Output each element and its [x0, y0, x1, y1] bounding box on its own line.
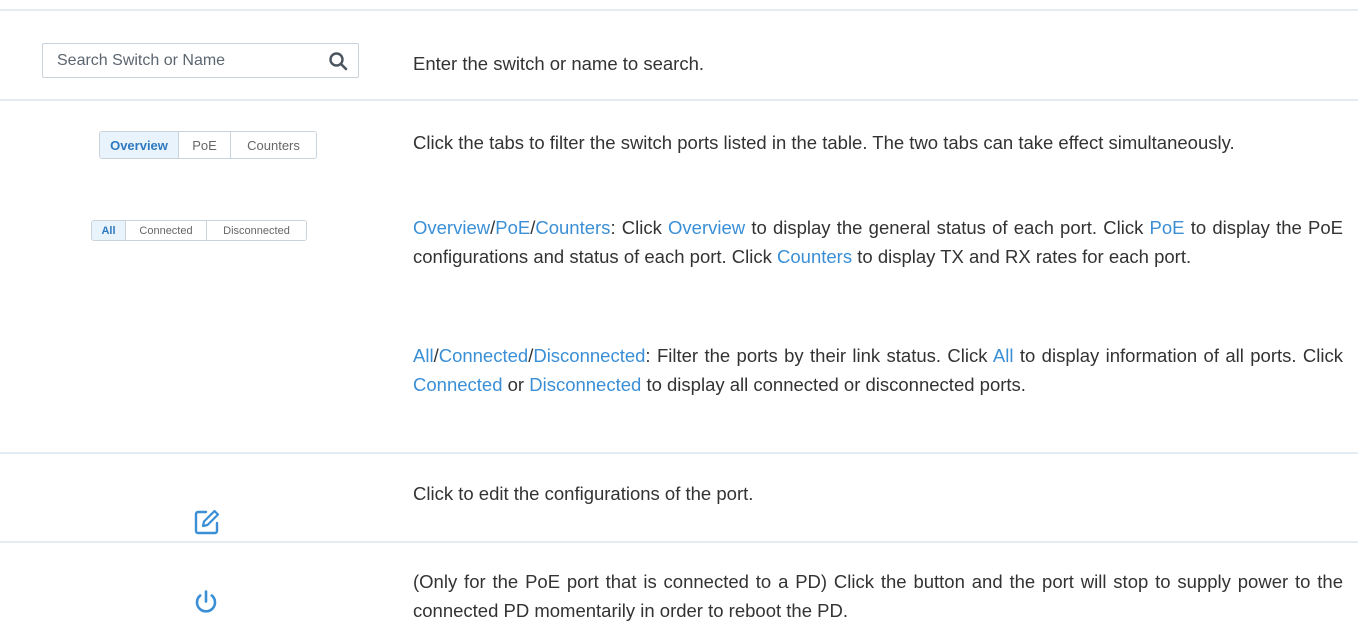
keyword-all: All — [992, 345, 1014, 366]
edit-description: Click to edit the configurations of the … — [413, 483, 754, 504]
row-divider — [0, 452, 1358, 454]
tab-poe[interactable]: PoE — [179, 132, 231, 158]
desc-text: or — [502, 374, 530, 395]
status-tabs: All Connected Disconnected — [91, 220, 307, 241]
tab-overview[interactable]: Overview — [100, 132, 179, 158]
opt-poe: PoE — [495, 217, 531, 238]
edit-icon[interactable] — [194, 509, 220, 535]
desc-text: : Filter the ports by their link status.… — [645, 345, 993, 366]
search-placeholder: Search Switch or Name — [57, 52, 226, 69]
table-top-rule — [0, 9, 1358, 11]
desc-text: to display TX and RX rates for each port… — [852, 246, 1192, 267]
desc-text: to display information of all ports. Cli… — [1013, 345, 1344, 366]
view-tabs-description: Overview/PoE/Counters: Click Overview to… — [413, 213, 1343, 271]
tab-connected[interactable]: Connected — [126, 221, 207, 240]
power-icon[interactable] — [193, 589, 219, 615]
tab-disconnected[interactable]: Disconnected — [207, 221, 306, 240]
search-icon[interactable] — [328, 51, 348, 71]
keyword-connected: Connected — [413, 374, 503, 395]
opt-counters: Counters — [535, 217, 611, 238]
row-divider — [0, 99, 1358, 101]
tabs-description: Click the tabs to filter the switch port… — [413, 132, 1235, 153]
tab-all[interactable]: All — [92, 221, 126, 240]
opt-overview: Overview — [413, 217, 491, 238]
desc-text: to display all connected or disconnected… — [641, 374, 1026, 395]
keyword-disconnected: Disconnected — [529, 374, 642, 395]
view-tabs: Overview PoE Counters — [99, 131, 317, 159]
opt-all: All — [413, 345, 434, 366]
opt-disconnected: Disconnected — [533, 345, 646, 366]
desc-text: to display the general status of each po… — [745, 217, 1150, 238]
desc-text: : Click — [610, 217, 669, 238]
keyword-overview: Overview — [668, 217, 746, 238]
status-tabs-description: All/Connected/Disconnected: Filter the p… — [413, 341, 1343, 399]
power-description: (Only for the PoE port that is connected… — [413, 571, 1343, 621]
row-divider — [0, 541, 1358, 543]
search-description: Enter the switch or name to search. — [413, 53, 704, 74]
search-input[interactable]: Search Switch or Name — [42, 43, 359, 78]
tab-counters[interactable]: Counters — [231, 132, 316, 158]
opt-connected: Connected — [438, 345, 529, 366]
keyword-poe: PoE — [1149, 217, 1185, 238]
keyword-counters: Counters — [777, 246, 853, 267]
